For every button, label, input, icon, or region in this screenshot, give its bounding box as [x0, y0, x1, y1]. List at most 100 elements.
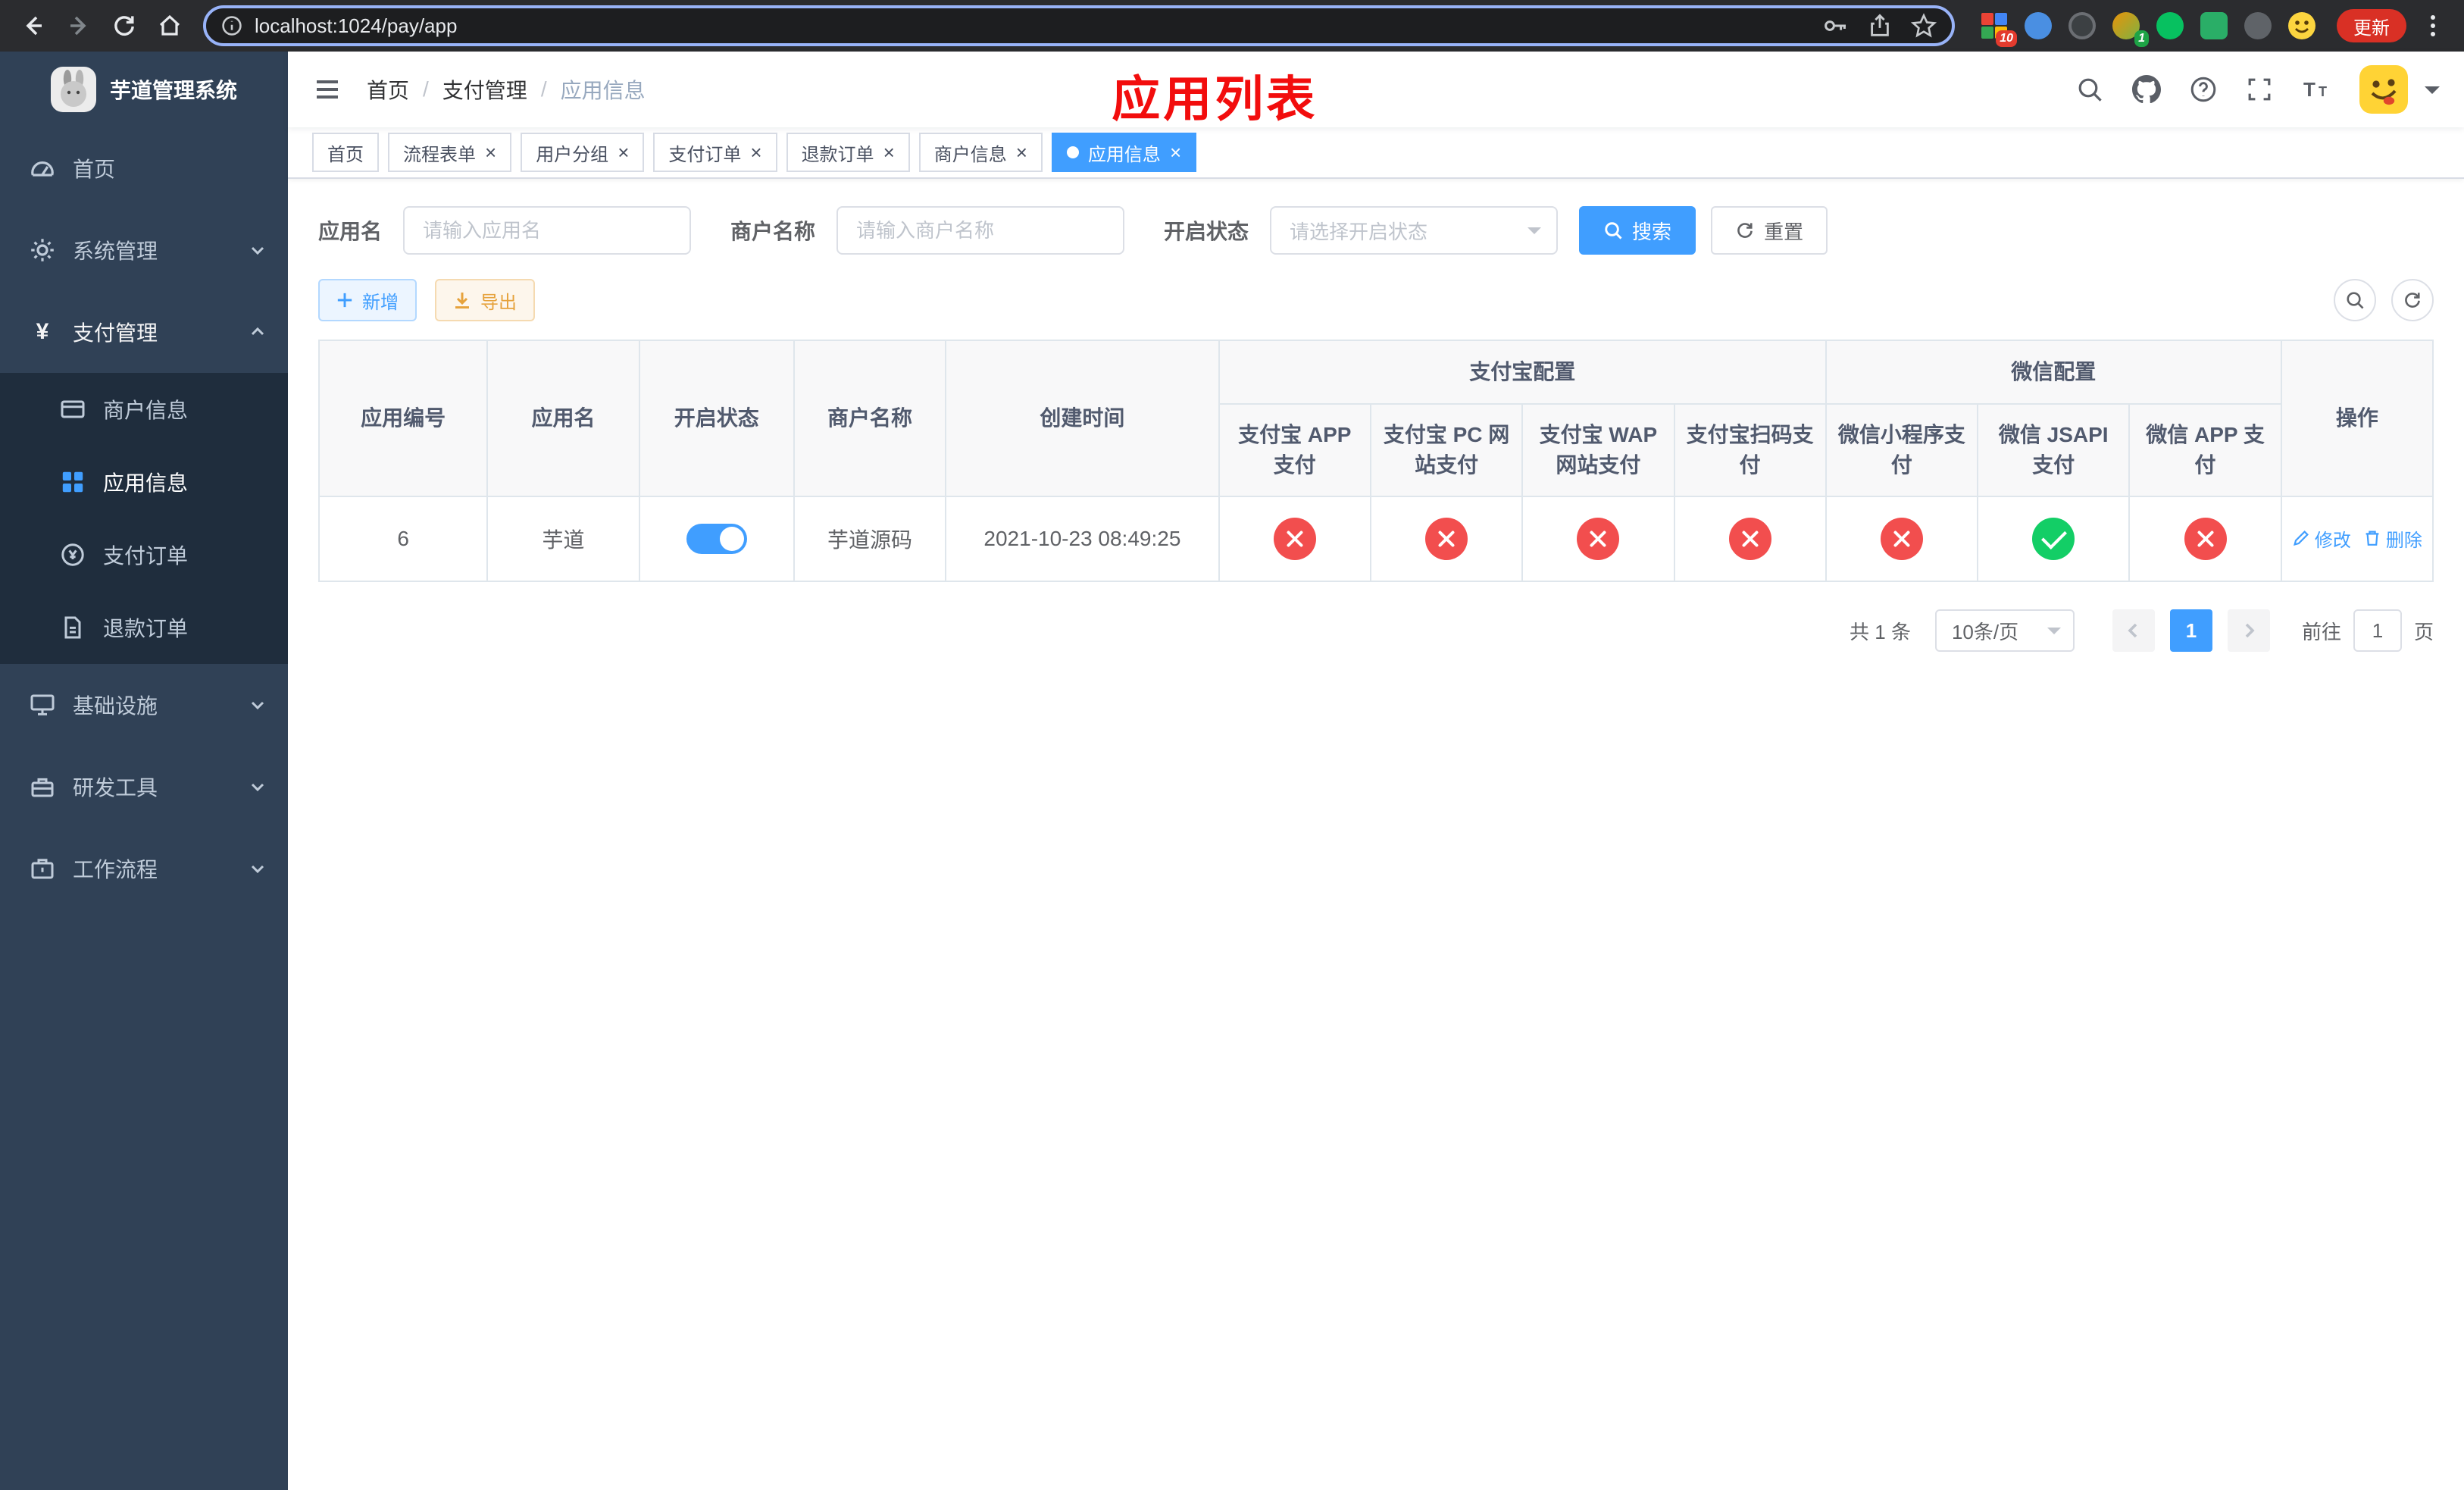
hide-search-icon[interactable]: [2334, 279, 2376, 321]
alipay-wap-status-icon: [1577, 518, 1620, 560]
wechat-app-status-icon: [2184, 518, 2227, 560]
breadcrumb-home[interactable]: 首页: [367, 74, 409, 105]
wechat-jsapi-status-icon: [2032, 518, 2075, 560]
prev-page-button[interactable]: [2112, 609, 2155, 652]
browser-forward-icon[interactable]: [58, 5, 100, 47]
refresh-icon[interactable]: [2391, 279, 2434, 321]
tab-close-icon[interactable]: ×: [1170, 142, 1181, 162]
delete-link[interactable]: 删除: [2363, 525, 2422, 552]
col-header-alipay-qr: 支付宝扫码支付: [1673, 403, 1827, 497]
app-name-input[interactable]: [403, 206, 692, 255]
github-icon[interactable]: [2132, 75, 2161, 104]
help-icon[interactable]: [2190, 76, 2217, 103]
sidebar-item-payment-orders[interactable]: 支付订单: [0, 518, 288, 591]
goto-page-input[interactable]: [2353, 609, 2402, 652]
user-avatar[interactable]: [2359, 65, 2408, 114]
tab-process-form[interactable]: 流程表单 ×: [388, 133, 512, 172]
tab-close-icon[interactable]: ×: [618, 142, 629, 162]
browser-update-button[interactable]: 更新: [2337, 9, 2406, 42]
col-header-actions: 操作: [2280, 340, 2434, 497]
font-size-icon[interactable]: TT: [2302, 76, 2331, 103]
page-size-select[interactable]: 10条/页: [1934, 609, 2075, 652]
chevron-down-icon: [249, 696, 267, 714]
order-icon: [58, 541, 88, 568]
extension-dark-circle-icon[interactable]: [2067, 11, 2097, 41]
add-button[interactable]: 新增: [318, 279, 417, 321]
extension-emoji-icon[interactable]: [2287, 11, 2317, 41]
browser-home-icon[interactable]: [149, 5, 191, 47]
site-info-icon[interactable]: [221, 15, 242, 36]
sidebar-item-dev-tools[interactable]: 研发工具: [0, 746, 288, 828]
tab-close-icon[interactable]: ×: [750, 142, 761, 162]
extension-grid-icon[interactable]: 10: [1979, 11, 2017, 47]
browser-reload-icon[interactable]: [103, 5, 145, 47]
col-header-alipay-wap: 支付宝 WAP 网站支付: [1521, 403, 1675, 497]
search-button[interactable]: 搜索: [1579, 206, 1696, 255]
page-annotation: 应用列表: [1112, 72, 1318, 127]
sidebar-item-merchant-info[interactable]: 商户信息: [0, 373, 288, 446]
extension-avatar-icon[interactable]: 1: [2111, 11, 2149, 47]
browser-address-bar[interactable]: localhost:1024/pay/app: [203, 5, 1955, 46]
status-select[interactable]: 请选择开启状态: [1270, 206, 1559, 255]
sidebar-item-refund-orders[interactable]: 退款订单: [0, 591, 288, 664]
merchant-name-input[interactable]: [836, 206, 1125, 255]
svg-text:T: T: [2303, 78, 2315, 101]
tab-user-group[interactable]: 用户分组 ×: [521, 133, 645, 172]
export-button[interactable]: 导出: [435, 279, 535, 321]
url-text: localhost:1024/pay/app: [255, 14, 458, 37]
sidebar-item-infrastructure[interactable]: 基础设施: [0, 664, 288, 746]
browser-menu-icon[interactable]: [2420, 15, 2446, 36]
sidebar-item-payment[interactable]: ¥ 支付管理: [0, 291, 288, 373]
tab-home[interactable]: 首页: [312, 133, 379, 172]
tab-merchant-info[interactable]: 商户信息 ×: [918, 133, 1043, 172]
cell-merchant: 芋道源码: [793, 496, 947, 582]
edit-link[interactable]: 修改: [2292, 525, 2351, 552]
sidebar-item-system[interactable]: 系统管理: [0, 209, 288, 291]
toolbox-icon: [27, 773, 58, 800]
chevron-down-icon: [249, 859, 267, 878]
pagination-total: 共 1 条: [1850, 620, 1911, 643]
bookmark-star-icon[interactable]: [1911, 13, 1937, 39]
tab-close-icon[interactable]: ×: [883, 142, 895, 162]
app-logo[interactable]: 芋道管理系统: [0, 52, 288, 127]
fullscreen-icon[interactable]: [2246, 76, 2273, 103]
tab-close-icon[interactable]: ×: [1016, 142, 1027, 162]
password-key-icon[interactable]: [1821, 12, 1849, 39]
next-page-button[interactable]: [2227, 609, 2270, 652]
extension-chat-icon[interactable]: [2199, 11, 2229, 41]
reset-button[interactable]: 重置: [1711, 206, 1828, 255]
breadcrumb-payment[interactable]: 支付管理: [442, 74, 527, 105]
sidebar-item-app-info[interactable]: 应用信息: [0, 446, 288, 518]
tab-app-info[interactable]: 应用信息 ×: [1051, 133, 1197, 172]
extension-blue-icon[interactable]: [2023, 11, 2053, 41]
browser-chrome: localhost:1024/pay/app 10 1 更新: [0, 0, 2464, 52]
page-unit-label: 页: [2413, 620, 2434, 643]
page-number-1[interactable]: 1: [2169, 609, 2212, 652]
col-header-name: 应用名: [486, 340, 640, 497]
pagination: 共 1 条 10条/页 1 前往 页: [318, 609, 2434, 652]
col-header-alipay-pc: 支付宝 PC 网站支付: [1369, 403, 1524, 497]
navbar: 首页 / 支付管理 / 应用信息 T T: [288, 52, 2464, 127]
active-dot: [1066, 146, 1079, 158]
col-header-merchant: 商户名称: [793, 340, 947, 497]
tab-refund-orders[interactable]: 退款订单 ×: [786, 133, 910, 172]
collapse-sidebar-icon[interactable]: [312, 74, 342, 105]
navbar-actions: TT: [2076, 65, 2440, 114]
sidebar-item-home[interactable]: 首页: [0, 127, 288, 209]
screen: localhost:1024/pay/app 10 1 更新 芋道管理系统 首页…: [0, 0, 2464, 1490]
svg-text:T: T: [2319, 84, 2327, 99]
tab-payment-orders[interactable]: 支付订单 ×: [653, 133, 777, 172]
extension-badge: 1: [2134, 30, 2149, 47]
dashboard-icon: [27, 155, 58, 182]
tab-close-icon[interactable]: ×: [485, 142, 496, 162]
sidebar-item-workflow[interactable]: 工作流程: [0, 828, 288, 909]
status-toggle[interactable]: [686, 524, 747, 554]
share-icon[interactable]: [1867, 13, 1893, 39]
search-icon[interactable]: [2076, 76, 2103, 103]
browser-back-icon[interactable]: [12, 5, 55, 47]
content: 应用名 商户名称 开启状态 请选择开启状态 搜索 重置: [288, 179, 2464, 1490]
alipay-pc-status-icon: [1425, 518, 1468, 560]
extension-green-circle-icon[interactable]: [2155, 11, 2185, 41]
caret-down-icon[interactable]: [2425, 86, 2440, 102]
extension-pin-icon[interactable]: [2243, 11, 2273, 41]
